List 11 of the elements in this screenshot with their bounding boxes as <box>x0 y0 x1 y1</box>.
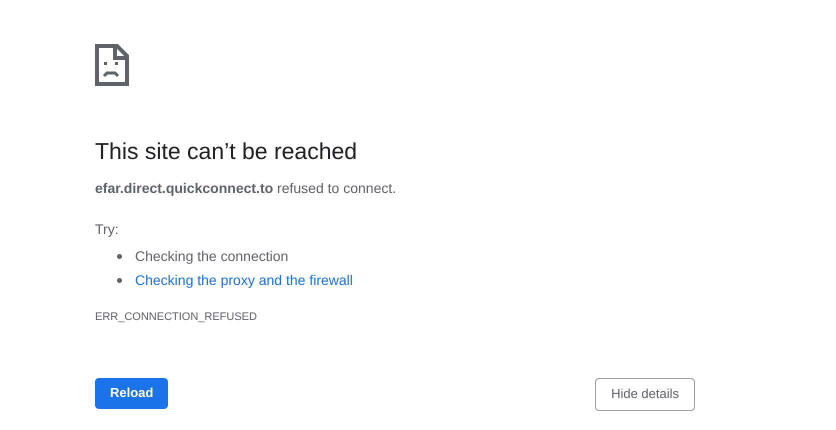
error-heading: This site can’t be reached <box>95 137 358 166</box>
suggestion-link[interactable]: Checking the proxy and the firewall <box>135 270 353 290</box>
bullet-icon <box>117 278 122 282</box>
sad-page-icon <box>95 44 129 86</box>
error-code: ERR_CONNECTION_REFUSED <box>95 310 258 325</box>
try-label: Try: <box>95 220 120 239</box>
bullet-icon <box>117 254 122 258</box>
details-button[interactable]: Hide details <box>595 378 695 410</box>
reload-button[interactable]: Reload <box>95 378 168 408</box>
error-message: efar.direct.quickconnect.to refused to connect. <box>95 179 398 198</box>
suggestion-text: Checking the connection <box>135 246 288 266</box>
